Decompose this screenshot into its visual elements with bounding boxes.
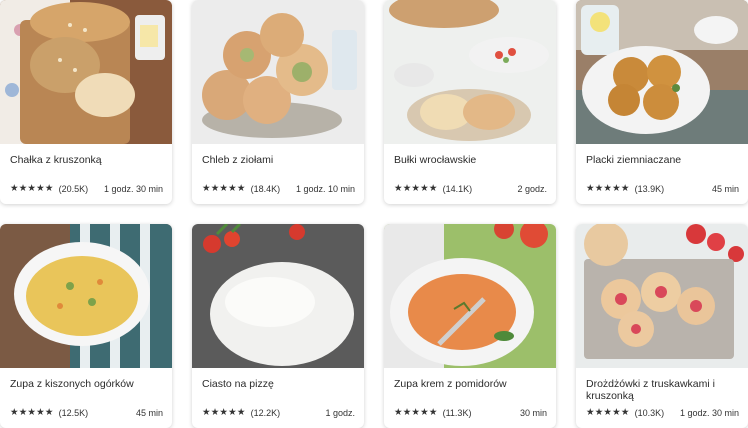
rating-stars: ★★★★★ [202,407,246,418]
prep-time: 2 godz. [517,183,547,194]
recipe-meta: ★★★★★ (11.3K) 30 min [394,407,547,418]
recipe-card[interactable]: Chałka z kruszonką ★★★★★ (20.5K) 1 godz.… [0,0,172,204]
prep-time: 1 godz. 10 min [295,183,355,194]
prep-time: 1 godz. 30 min [103,183,163,194]
recipe-image[interactable] [192,224,364,368]
rating-stars: ★★★★★ [10,183,54,194]
recipe-image[interactable] [384,0,556,144]
rating-stars: ★★★★★ [10,407,54,418]
recipe-card[interactable]: Ciasto na pizzę ★★★★★ (12.2K) 1 godz. [192,224,364,428]
recipe-image[interactable] [0,224,172,368]
recipe-title[interactable]: Drożdżówki z truskawkami i kruszonką [586,378,740,402]
rating-count: (18.4K) [250,183,281,194]
recipe-image[interactable] [0,0,172,144]
prep-time: 45 min [135,407,163,418]
recipe-image[interactable] [384,224,556,368]
recipe-title[interactable]: Chleb z ziołami [202,154,356,166]
recipe-card[interactable]: Chleb z ziołami ★★★★★ (18.4K) 1 godz. 10… [192,0,364,204]
recipe-title[interactable]: Zupa krem z pomidorów [394,378,548,390]
rating-count: (20.5K) [58,183,89,194]
rating-count: (11.3K) [442,407,472,418]
recipe-meta: ★★★★★ (12.5K) 45 min [10,407,163,418]
recipe-meta: ★★★★★ (14.1K) 2 godz. [394,183,547,194]
recipe-title[interactable]: Placki ziemniaczane [586,154,740,166]
rating-stars: ★★★★★ [586,407,630,418]
rating-count: (12.5K) [58,407,89,418]
prep-time: 1 godz. [325,407,355,418]
recipe-card[interactable]: Drożdżówki z truskawkami i kruszonką ★★★… [576,224,748,428]
recipe-title[interactable]: Chałka z kruszonką [10,154,164,166]
recipe-grid: Chałka z kruszonką ★★★★★ (20.5K) 1 godz.… [0,0,748,428]
rating-count: (14.1K) [442,183,473,194]
rating-count: (13.9K) [634,183,665,194]
recipe-card[interactable]: Zupa z kiszonych ogórków ★★★★★ (12.5K) 4… [0,224,172,428]
prep-time: 30 min [519,407,547,418]
rating-stars: ★★★★★ [202,183,246,194]
recipe-image[interactable] [576,224,748,368]
recipe-title[interactable]: Bułki wrocławskie [394,154,548,166]
prep-time: 1 godz. 30 min [679,407,739,418]
rating-count: (10.3K) [634,407,665,418]
recipe-image[interactable] [192,0,364,144]
recipe-meta: ★★★★★ (12.2K) 1 godz. [202,407,355,418]
recipe-meta: ★★★★★ (18.4K) 1 godz. 10 min [202,183,355,194]
recipe-meta: ★★★★★ (20.5K) 1 godz. 30 min [10,183,163,194]
prep-time: 45 min [711,183,739,194]
recipe-card[interactable]: Placki ziemniaczane ★★★★★ (13.9K) 45 min [576,0,748,204]
rating-stars: ★★★★★ [586,183,630,194]
recipe-title[interactable]: Ciasto na pizzę [202,378,356,390]
rating-stars: ★★★★★ [394,407,438,418]
recipe-meta: ★★★★★ (10.3K) 1 godz. 30 min [586,407,739,418]
recipe-card[interactable]: Bułki wrocławskie ★★★★★ (14.1K) 2 godz. [384,0,556,204]
recipe-image[interactable] [576,0,748,144]
rating-count: (12.2K) [250,407,281,418]
recipe-card[interactable]: Zupa krem z pomidorów ★★★★★ (11.3K) 30 m… [384,224,556,428]
recipe-meta: ★★★★★ (13.9K) 45 min [586,183,739,194]
recipe-title[interactable]: Zupa z kiszonych ogórków [10,378,164,390]
rating-stars: ★★★★★ [394,183,438,194]
